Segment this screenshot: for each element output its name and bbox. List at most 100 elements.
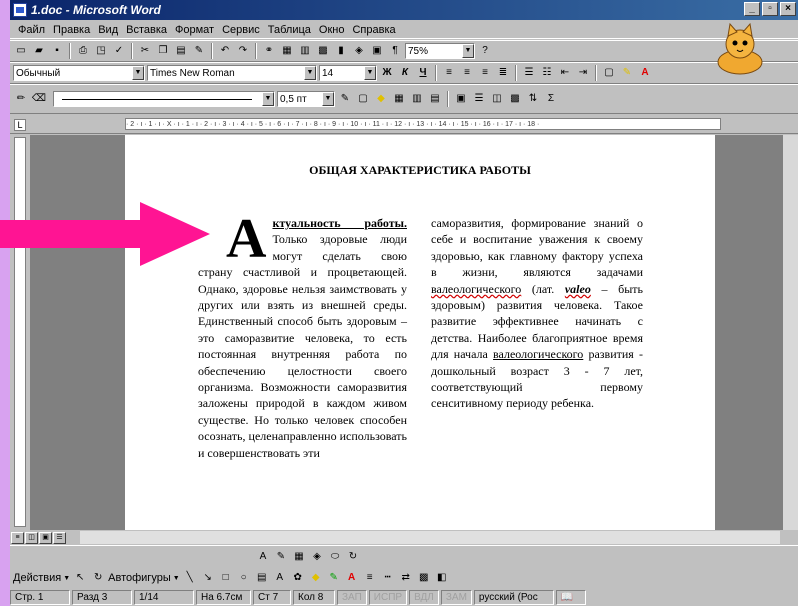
increase-indent-icon[interactable]: ⇥ (575, 65, 591, 81)
menu-tools[interactable]: Сервис (218, 24, 264, 36)
highlight-icon[interactable]: ✎ (619, 65, 635, 81)
fill-color-icon[interactable]: ◆ (308, 570, 324, 586)
chevron-down-icon[interactable]: ▼ (322, 92, 334, 106)
autoshapes-menu[interactable]: Автофигуры (108, 572, 171, 584)
wordart-format-icon[interactable]: ◈ (309, 549, 325, 565)
copy-icon[interactable]: ❐ (155, 43, 171, 59)
save-icon[interactable]: ▪ (49, 43, 65, 59)
shading-icon[interactable]: ◆ (373, 91, 389, 107)
line-style-combo[interactable]: ▼ (53, 91, 275, 107)
wordart-edit-icon[interactable]: ✎ (273, 549, 289, 565)
textbox-icon[interactable]: ▤ (254, 570, 270, 586)
font-color-icon[interactable]: A (637, 65, 653, 81)
font-size-combo[interactable]: 14 ▼ (319, 65, 377, 81)
oval-icon[interactable]: ○ (236, 570, 252, 586)
arrow-icon[interactable]: ↘ (200, 570, 216, 586)
wordart-gallery-icon[interactable]: ▦ (291, 549, 307, 565)
clipart-icon[interactable]: ✿ (290, 570, 306, 586)
zoom-combo[interactable]: 75% ▼ (405, 43, 475, 59)
align-left-icon[interactable]: ≡ (441, 65, 457, 81)
document-page[interactable]: ОБЩАЯ ХАРАКТЕРИСТИКА РАБОТЫ А ктуальност… (125, 135, 715, 530)
format-painter-icon[interactable]: ✎ (191, 43, 207, 59)
sort-ascending-icon[interactable]: ⇅ (525, 91, 541, 107)
horizontal-ruler[interactable]: L · 2 · ı · 1 · ı · X · ı · 1 · ı · 2 · … (10, 115, 798, 134)
menu-help[interactable]: Справка (348, 24, 399, 36)
wordart-rotate-icon[interactable]: ↻ (345, 549, 361, 565)
excel-icon[interactable]: ▩ (315, 43, 331, 59)
horizontal-scrollbar[interactable] (80, 531, 780, 544)
menu-insert[interactable]: Вставка (122, 24, 171, 36)
wordart-insert-icon[interactable]: A (255, 549, 271, 565)
redo-icon[interactable]: ↷ (235, 43, 251, 59)
menu-view[interactable]: Вид (94, 24, 122, 36)
web-view-button[interactable]: ◫ (25, 531, 38, 544)
dash-style-icon[interactable]: ┅ (380, 570, 396, 586)
align-center-icon[interactable]: ≡ (459, 65, 475, 81)
menu-window[interactable]: Окно (315, 24, 349, 36)
split-cells-icon[interactable]: ▤ (427, 91, 443, 107)
menu-format[interactable]: Формат (171, 24, 218, 36)
distribute-rows-icon[interactable]: ☰ (471, 91, 487, 107)
justify-icon[interactable]: ≣ (495, 65, 511, 81)
open-icon[interactable]: ▰ (31, 43, 47, 59)
align-top-icon[interactable]: ▣ (453, 91, 469, 107)
insert-table-icon[interactable]: ▦ (391, 91, 407, 107)
minimize-button[interactable]: _ (744, 2, 760, 16)
columns-icon[interactable]: ▮ (333, 43, 349, 59)
help-icon[interactable]: ? (477, 43, 493, 59)
paste-icon[interactable]: ▤ (173, 43, 189, 59)
border-icon[interactable]: ▢ (601, 65, 617, 81)
autoformat-icon[interactable]: ▩ (507, 91, 523, 107)
italic-button[interactable]: К (397, 65, 413, 81)
decrease-indent-icon[interactable]: ⇤ (557, 65, 573, 81)
cut-icon[interactable]: ✂ (137, 43, 153, 59)
align-right-icon[interactable]: ≡ (477, 65, 493, 81)
status-overtype[interactable]: ЗАМ (440, 590, 472, 605)
wordart-icon[interactable]: A (272, 570, 288, 586)
tables-icon[interactable]: ▦ (279, 43, 295, 59)
line-style-icon[interactable]: ≡ (362, 570, 378, 586)
menu-table[interactable]: Таблица (264, 24, 315, 36)
layout-view-button[interactable]: ▣ (39, 531, 52, 544)
line-icon[interactable]: ╲ (182, 570, 198, 586)
3d-icon[interactable]: ◧ (434, 570, 450, 586)
show-hide-icon[interactable]: ¶ (387, 43, 403, 59)
office-assistant-cat[interactable] (710, 22, 770, 78)
new-icon[interactable]: ▭ (13, 43, 29, 59)
wordart-shape-icon[interactable]: ⬭ (327, 549, 343, 565)
status-extend[interactable]: ВДЛ (409, 590, 439, 605)
status-track[interactable]: ИСПР (368, 590, 408, 605)
menu-file[interactable]: Файл (14, 24, 49, 36)
eraser-icon[interactable]: ⌫ (31, 91, 47, 107)
bullets-icon[interactable]: ☷ (539, 65, 555, 81)
font-color-icon[interactable]: A (344, 570, 360, 586)
word-app-icon[interactable] (13, 3, 27, 17)
tab-selector[interactable]: L (14, 119, 26, 131)
spelling-icon[interactable]: ✓ (111, 43, 127, 59)
outside-border-icon[interactable]: ▢ (355, 91, 371, 107)
line-weight-combo[interactable]: 0,5 пт ▼ (277, 91, 335, 107)
drawing-icon[interactable]: ◈ (351, 43, 367, 59)
numbering-icon[interactable]: ☰ (521, 65, 537, 81)
chevron-down-icon[interactable]: ▼ (462, 44, 474, 58)
actions-menu[interactable]: Действия (13, 572, 61, 584)
spelling-status-icon[interactable]: 📖 (555, 590, 586, 605)
chevron-down-icon[interactable]: ▼ (132, 66, 144, 80)
close-button[interactable]: × (780, 2, 796, 16)
merge-cells-icon[interactable]: ▥ (409, 91, 425, 107)
style-combo[interactable]: Обычный ▼ (13, 65, 145, 81)
bold-button[interactable]: Ж (379, 65, 395, 81)
font-combo[interactable]: Times New Roman ▼ (147, 65, 317, 81)
normal-view-button[interactable]: ≡ (11, 531, 24, 544)
border-color-icon[interactable]: ✎ (337, 91, 353, 107)
rectangle-icon[interactable]: □ (218, 570, 234, 586)
preview-icon[interactable]: ◳ (93, 43, 109, 59)
status-record[interactable]: ЗАП (337, 590, 367, 605)
autosum-icon[interactable]: Σ (543, 91, 559, 107)
arrow-style-icon[interactable]: ⇄ (398, 570, 414, 586)
restore-button[interactable]: ▫ (762, 2, 778, 16)
line-color-icon[interactable]: ✎ (326, 570, 342, 586)
menu-edit[interactable]: Правка (49, 24, 94, 36)
pencil-icon[interactable]: ✏ (13, 91, 29, 107)
free-rotate-icon[interactable]: ↻ (90, 570, 106, 586)
